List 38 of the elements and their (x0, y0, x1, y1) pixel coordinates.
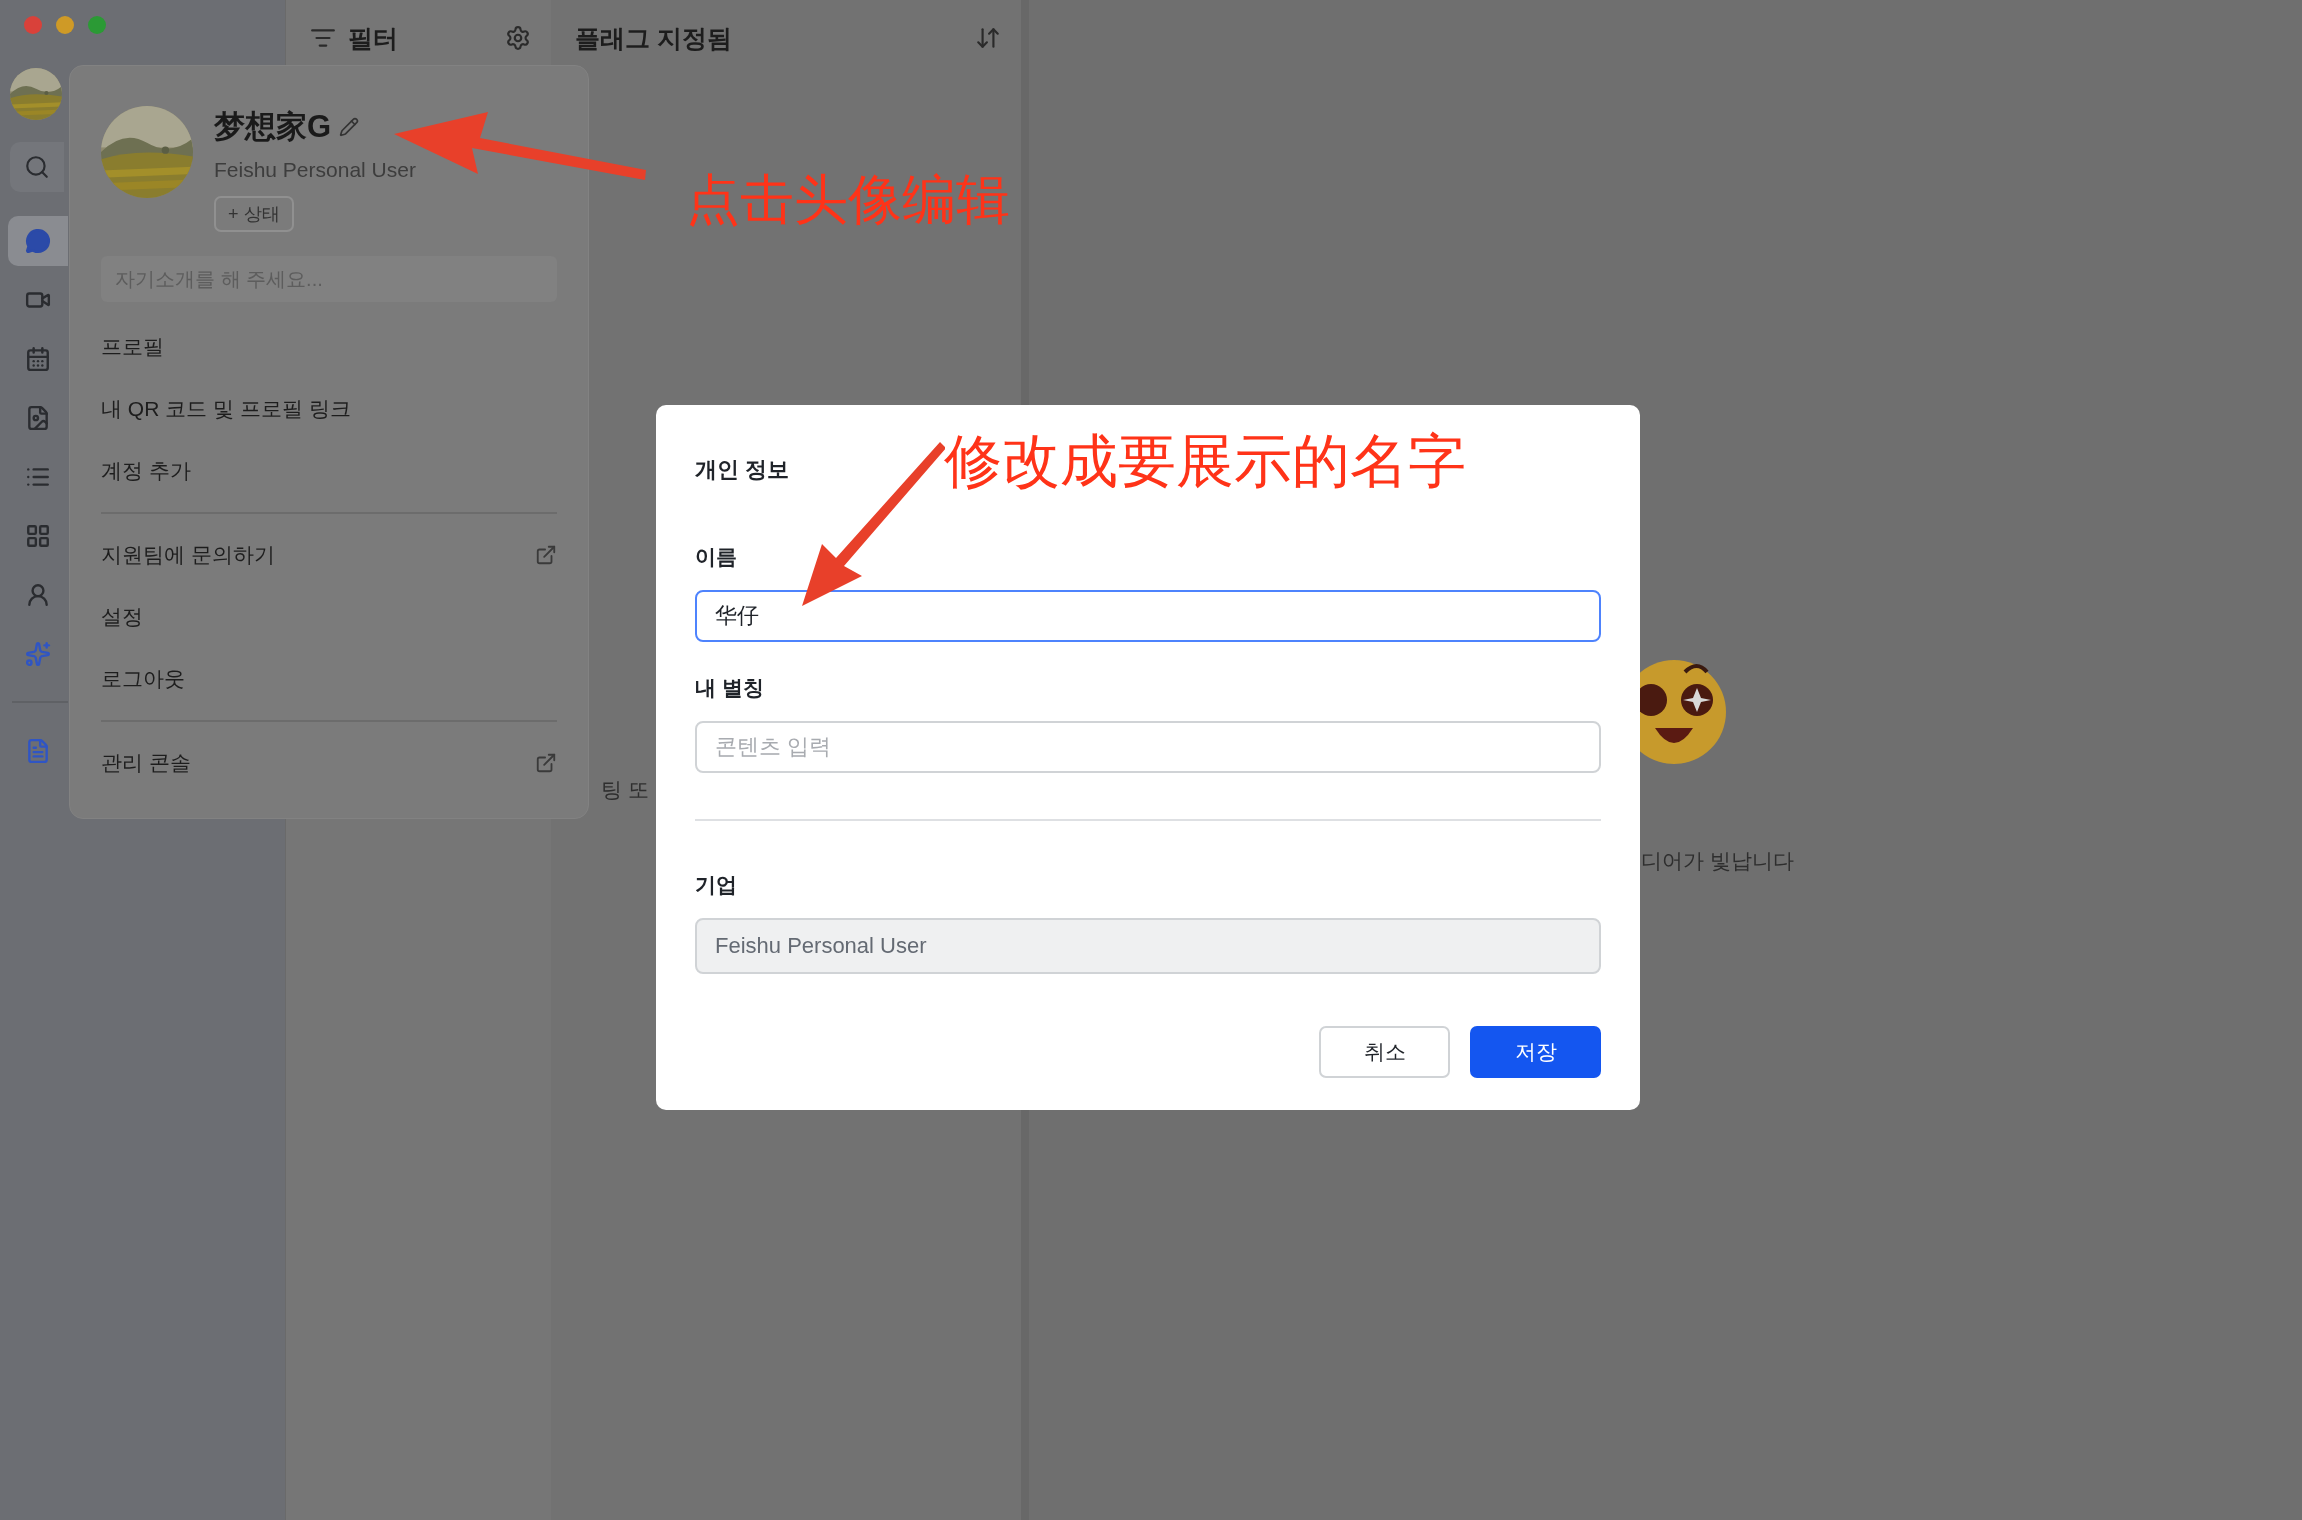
menu-item[interactable]: 지원팀에 문의하기 (101, 524, 557, 586)
menu-item[interactable]: 프로필 (101, 316, 557, 378)
docs-icon[interactable] (25, 405, 51, 431)
field-label: 내 별칭 (695, 675, 764, 701)
user-name: 梦想家G (214, 108, 332, 146)
field-label: 기업 (695, 872, 737, 898)
input-field[interactable]: 华仔 (695, 590, 1601, 642)
apps-icon[interactable] (25, 523, 51, 549)
panel-title: 플래그 지정됨 (575, 22, 733, 54)
sort-icon[interactable] (975, 25, 1001, 51)
status-button[interactable]: + 상태 (214, 196, 294, 232)
cancel-button[interactable]: 취소 (1319, 1026, 1450, 1078)
chat-icon[interactable] (25, 228, 51, 254)
calendar-icon[interactable] (25, 346, 51, 372)
external-link-icon (535, 752, 557, 774)
panel-title: 필터 (348, 22, 399, 54)
edit-icon[interactable] (339, 117, 360, 137)
menu-item[interactable]: 로그아웃 (101, 648, 557, 710)
menu-item[interactable]: 관리 콘솔 (101, 732, 557, 794)
settings-icon[interactable] (505, 25, 531, 51)
minimize-window-button[interactable] (56, 16, 74, 34)
field-label: 이름 (695, 544, 737, 570)
annotation-text: 修改成要展示的名字 (944, 432, 1466, 490)
menu-item[interactable]: 내 QR 코드 및 프로필 링크 (101, 378, 557, 440)
contacts-icon[interactable] (25, 582, 51, 608)
save-button[interactable]: 저장 (1470, 1026, 1601, 1078)
organization-name: Feishu Personal User (214, 158, 416, 182)
menu-item[interactable]: 설정 (101, 586, 557, 648)
empty-state-text: 디어가 빛납니다 (1641, 848, 1795, 874)
empty-state-text: 팅 또 (601, 777, 650, 803)
input-field[interactable]: 콘텐츠 입력 (695, 721, 1601, 773)
dialog-title: 개인 정보 (695, 456, 790, 484)
annotation-text: 点击头像编辑 (686, 172, 1010, 226)
sidebar-item[interactable] (8, 216, 68, 266)
menu-item[interactable]: 계정 추가 (101, 440, 557, 502)
external-link-icon (535, 544, 557, 566)
search-icon (24, 154, 50, 180)
search-field[interactable] (10, 142, 64, 192)
